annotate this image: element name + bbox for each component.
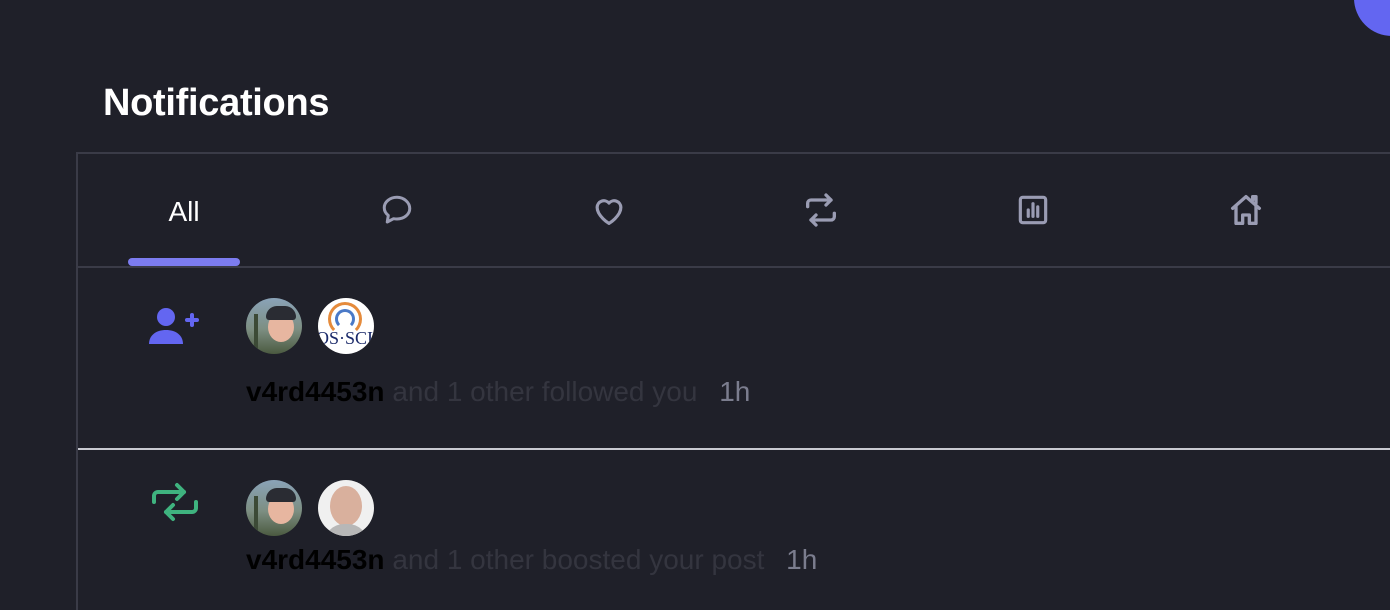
notification-tabs: All (78, 154, 1390, 268)
notification-user[interactable]: v4rd4453n (246, 376, 385, 407)
notification-text: v4rd4453n and 1 other followed you 1h (246, 376, 750, 408)
notification-action: and 1 other boosted your post (392, 544, 765, 575)
home-icon (1231, 195, 1261, 225)
notification-text: v4rd4453n and 1 other boosted your post … (246, 544, 817, 576)
tab-updates[interactable] (1211, 154, 1281, 266)
notification-user[interactable]: v4rd4453n (246, 544, 385, 575)
boost-icon (152, 483, 198, 521)
tab-mentions[interactable] (362, 154, 432, 266)
notification-time: 1h (786, 544, 818, 575)
avatar-logo-text: OS·SCI (318, 328, 374, 348)
tab-polls[interactable] (998, 154, 1068, 266)
notification-time: 1h (719, 376, 751, 407)
tab-boosts[interactable] (786, 154, 856, 266)
notifications-page: Notifications All OS·SCI v4rd4453n and 1… (0, 0, 1390, 610)
avatar-group: OS·SCI (246, 298, 374, 354)
tab-favourites[interactable] (574, 154, 644, 266)
page-title: Notifications (103, 82, 330, 124)
avatar[interactable] (318, 480, 374, 536)
poll-icon (1018, 195, 1048, 225)
avatar[interactable]: OS·SCI (318, 298, 374, 354)
notification-item[interactable]: OS·SCI v4rd4453n and 1 other followed yo… (78, 268, 1390, 450)
tab-all-label: All (168, 196, 200, 227)
avatar[interactable] (246, 480, 302, 536)
comment-icon (382, 195, 412, 224)
account-avatar[interactable] (1354, 0, 1390, 36)
boost-icon (806, 193, 836, 227)
avatar-group (246, 480, 374, 536)
notification-action: and 1 other followed you (392, 376, 698, 407)
user-plus-icon (149, 308, 199, 344)
tab-all[interactable]: All (128, 154, 240, 266)
heart-icon (595, 199, 623, 226)
active-tab-indicator (128, 258, 240, 266)
notification-item[interactable]: v4rd4453n and 1 other boosted your post … (78, 450, 1390, 610)
avatar[interactable] (246, 298, 302, 354)
notifications-panel: All OS·SCI v4rd4453n and 1 other followe… (76, 152, 1390, 610)
